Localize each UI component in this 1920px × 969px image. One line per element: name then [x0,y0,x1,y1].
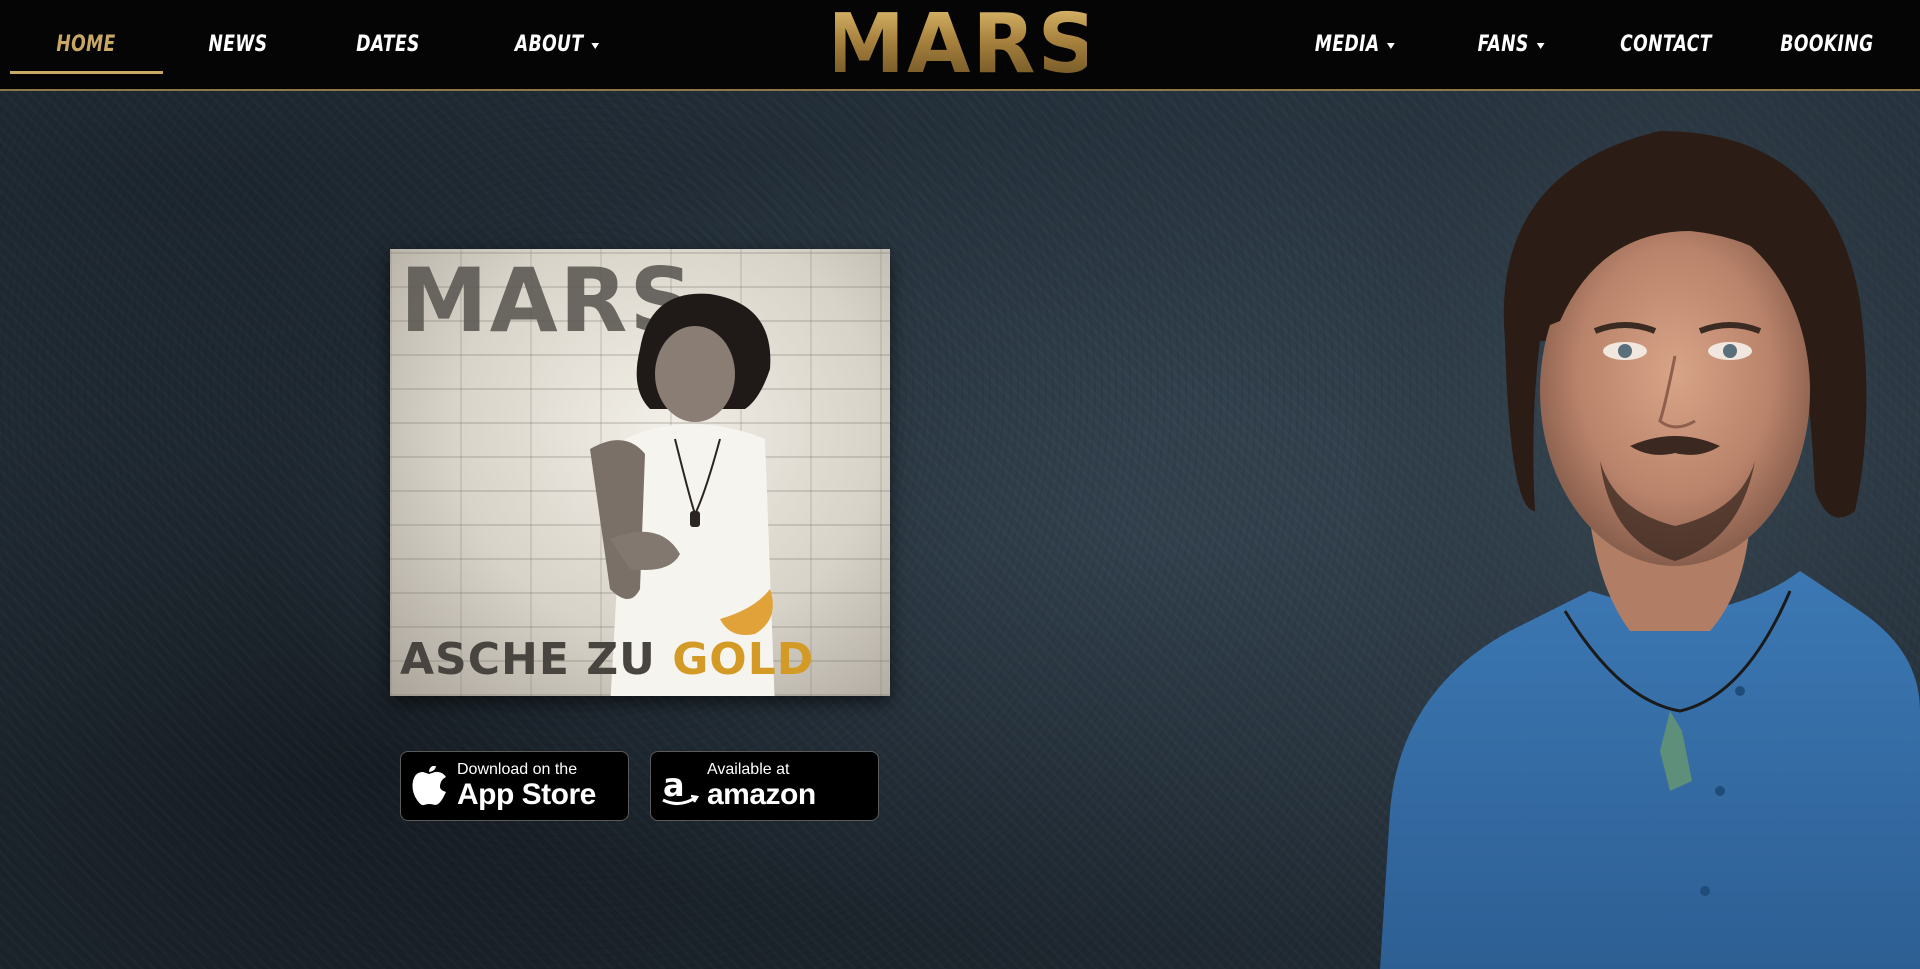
site-logo[interactable]: MARS [823,0,1096,92]
nav-about-label: ABOUT [514,32,584,57]
artist-portrait-illustration [1360,91,1920,969]
nav-about[interactable]: ABOUT [506,0,607,89]
apple-icon [401,752,457,820]
nav-fans[interactable]: FANS [1460,0,1561,89]
artist-portrait [1360,91,1920,969]
app-store-button[interactable]: Download on the App Store [400,751,629,821]
svg-text:a: a [663,766,685,804]
chevron-down-icon [1536,42,1545,49]
amazon-button[interactable]: a Available at amazon [650,751,879,821]
app-store-text: Download on the App Store [457,761,596,811]
nav-home[interactable]: HOME [39,0,133,89]
amazon-icon: a [651,752,707,820]
app-store-line2: App Store [457,778,596,811]
chevron-down-icon [591,42,600,49]
amazon-text: Available at amazon [707,761,816,811]
nav-contact[interactable]: CONTACT [1615,0,1716,89]
nav-fans-label: FANS [1477,32,1529,57]
chevron-down-icon [1387,42,1396,49]
nav-media[interactable]: MEDIA [1304,0,1405,89]
amazon-line1: Available at [707,761,790,778]
album-title-part2: GOLD [672,634,815,685]
page: MARS ASCHE ZU GOLD Download on the App S… [0,0,1920,969]
amazon-line2: amazon [707,778,816,811]
album-cover[interactable]: MARS ASCHE ZU GOLD [390,249,890,696]
album-title-text: ASCHE ZU GOLD [400,634,814,685]
nav-dates[interactable]: DATES [341,0,435,89]
album-title-part1: ASCHE ZU [400,634,673,685]
nav-news[interactable]: NEWS [191,0,285,89]
main-navbar: HOME NEWS DATES ABOUT MARS MEDIA FANS CO… [0,0,1920,92]
nav-media-label: MEDIA [1314,32,1380,57]
nav-booking[interactable]: BOOKING [1776,0,1877,89]
app-store-line1: Download on the [457,761,578,778]
